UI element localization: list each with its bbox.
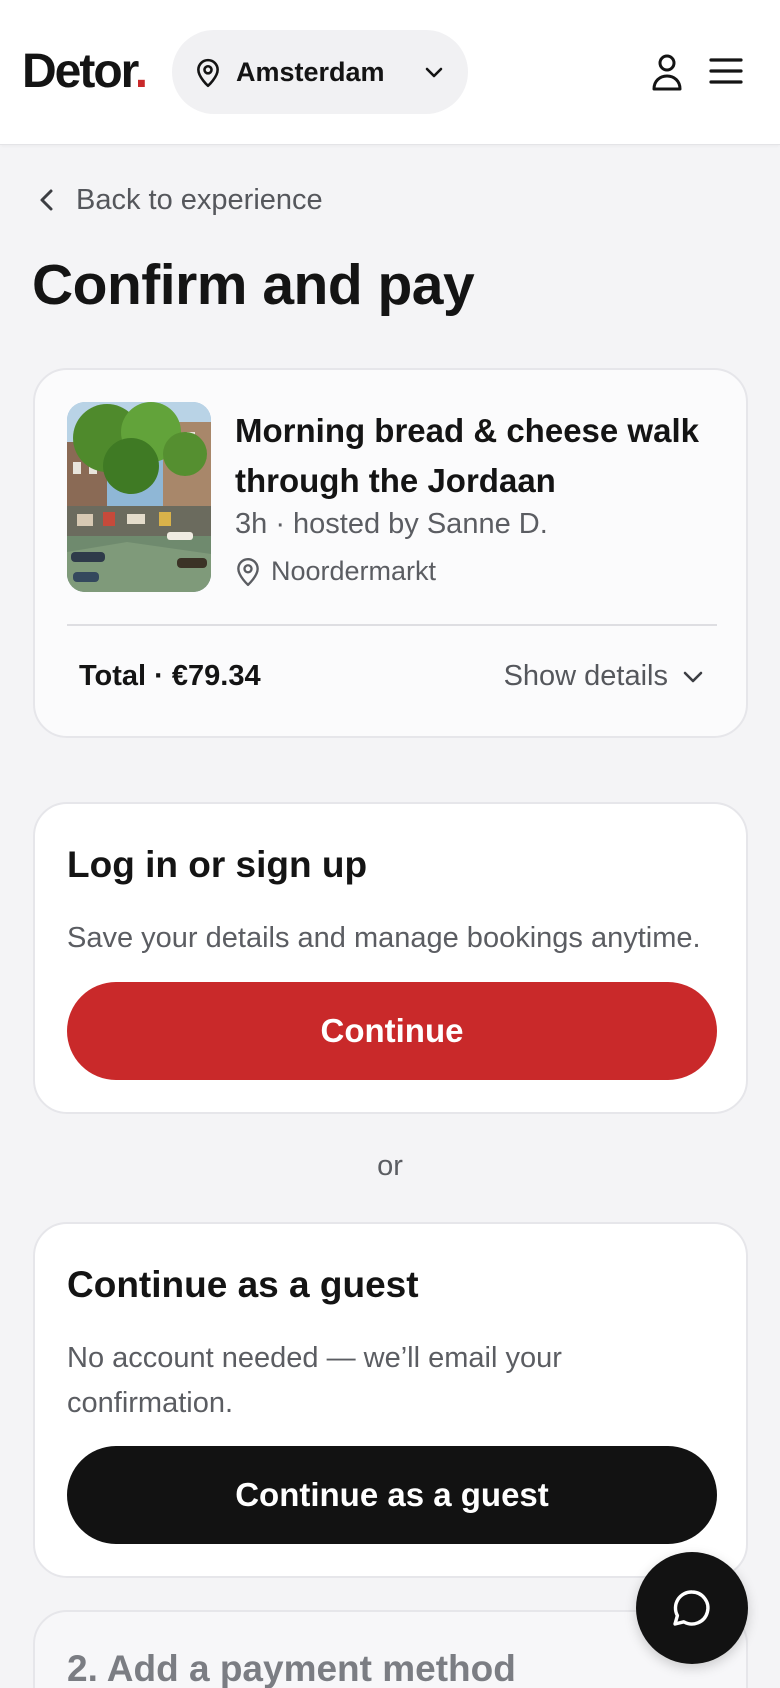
city-name: Amsterdam [236,57,385,87]
login-heading: Log in or sign up [67,844,368,885]
guest-description: No account needed — we’ll email your con… [67,1342,562,1419]
chevron-left-icon [40,189,53,211]
map-pin-icon [197,58,219,88]
login-description: Save your details and manage bookings an… [67,922,701,954]
guest-checkout-card: Continue as a guest No account needed — … [33,1222,748,1578]
top-navigation-bar: Detor. Amsterdam [0,0,780,145]
logo[interactable]: Detor. [22,44,148,100]
experience-thumbnail [67,402,211,592]
divider [67,624,717,626]
or-separator: or [377,1150,403,1182]
payment-heading: 2. Add a payment method [67,1648,516,1688]
back-link-label: Back to experience [76,183,323,216]
experience-location: Noordermarkt [235,556,436,587]
order-total: Total · €79.34 [79,660,261,692]
continue-button[interactable]: Continue [67,982,717,1080]
page-title: Confirm and pay [32,253,475,317]
chat-button[interactable] [636,1552,748,1664]
login-card: Log in or sign up Save your details and … [33,802,748,1114]
logo-dot: . [134,45,148,98]
city-selector[interactable]: Amsterdam [172,30,468,114]
booking-summary-card: Morning bread & cheese walk through the … [33,368,748,738]
experience-meta: 3h · hosted by Sanne D. [235,508,548,540]
guest-heading: Continue as a guest [67,1264,419,1305]
map-pin-icon [237,557,259,586]
experience-title: Morning bread & cheese walk through the … [235,412,699,499]
chevron-down-icon [683,671,703,682]
show-details-label: Show details [503,660,668,692]
location-name: Noordermarkt [271,556,437,586]
logo-text: Detor [22,45,137,98]
back-to-experience-link[interactable]: Back to experience [36,180,323,220]
show-details-toggle[interactable]: Show details [504,660,704,693]
chevron-down-icon [425,67,443,78]
chat-bubble-icon [673,1590,710,1626]
user-icon[interactable] [650,52,684,92]
continue-as-guest-button[interactable]: Continue as a guest [67,1446,717,1544]
menu-icon[interactable] [708,56,744,86]
